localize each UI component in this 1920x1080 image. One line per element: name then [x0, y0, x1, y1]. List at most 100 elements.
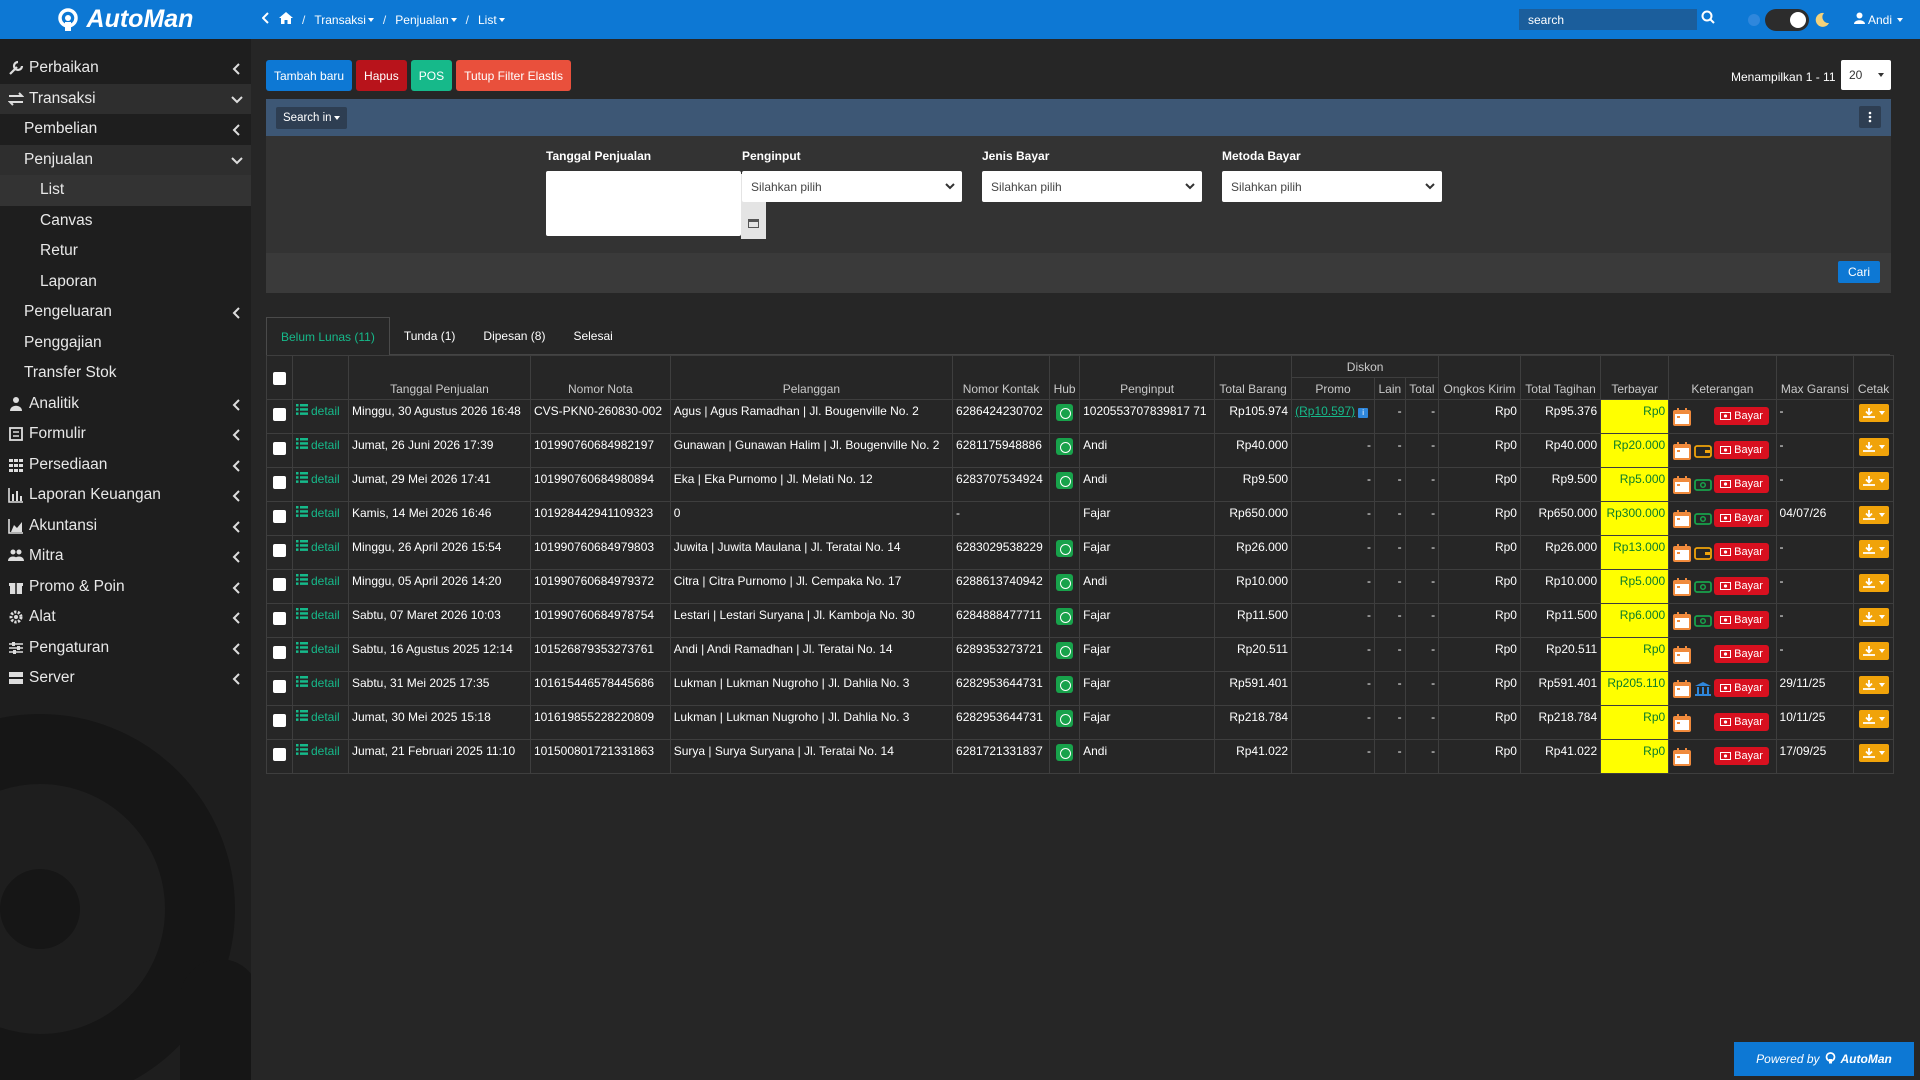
col-pelanggan[interactable]: Pelanggan — [669, 355, 954, 400]
table-row[interactable]: detail Sabtu, 31 Mei 2025 17:35 1016154465… — [266, 671, 1894, 706]
print-button[interactable] — [1858, 710, 1889, 728]
breadcrumb-item-transaksi[interactable]: Transaksi — [314, 13, 374, 27]
tab-tunda[interactable]: Tunda (1) — [390, 317, 470, 354]
sidebar-item-canvas[interactable]: Canvas — [0, 206, 251, 237]
sidebar-item-akuntansi[interactable]: Akuntansi — [0, 511, 251, 542]
row-checkbox[interactable] — [273, 476, 286, 489]
tab-belum-lunas[interactable]: Belum Lunas (11) — [266, 317, 390, 355]
bayar-button[interactable]: Bayar — [1714, 509, 1769, 527]
print-button[interactable] — [1858, 642, 1889, 660]
delete-button[interactable]: Hapus — [356, 60, 407, 91]
sidebar-item-perbaikan[interactable]: Perbaikan — [0, 53, 251, 84]
breadcrumb-item-penjualan[interactable]: Penjualan — [395, 13, 457, 27]
sidebar-item-pembelian[interactable]: Pembelian — [0, 114, 251, 145]
theme-toggle[interactable] — [1748, 9, 1830, 31]
bayar-button[interactable]: Bayar — [1714, 747, 1769, 765]
sidebar-item-formulir[interactable]: Formulir — [0, 419, 251, 450]
sidebar-item-pengaturan[interactable]: Pengaturan — [0, 633, 251, 664]
table-row[interactable]: detail Minggu, 30 Agustus 2026 16:48 CVS-P… — [266, 399, 1894, 434]
search-submit-button[interactable]: Cari — [1837, 261, 1880, 283]
whatsapp-icon[interactable] — [1056, 574, 1074, 591]
print-button[interactable] — [1858, 574, 1889, 592]
col-promo[interactable]: Promo — [1291, 377, 1375, 400]
row-checkbox[interactable] — [273, 544, 286, 557]
bayar-button[interactable]: Bayar — [1714, 577, 1769, 595]
whatsapp-icon[interactable] — [1056, 744, 1074, 761]
detail-link[interactable]: detail — [296, 472, 345, 486]
table-row[interactable]: detail Jumat, 21 Februari 2025 11:10 10150… — [266, 739, 1894, 774]
sidebar-item-transfer-stok[interactable]: Transfer Stok — [0, 358, 251, 389]
powered-by-badge[interactable]: Powered by AutoMan — [1734, 1042, 1914, 1076]
whatsapp-icon[interactable] — [1056, 540, 1074, 557]
sidebar-item-transaksi[interactable]: Transaksi — [0, 83, 251, 114]
bayar-button[interactable]: Bayar — [1714, 441, 1769, 459]
table-row[interactable]: detail Minggu, 26 April 2026 15:54 1019907… — [266, 535, 1894, 570]
sidebar-item-promo-poin[interactable]: Promo & Poin — [0, 572, 251, 603]
row-checkbox[interactable] — [273, 408, 286, 421]
calendar-icon[interactable] — [1672, 747, 1692, 767]
user-menu[interactable]: Andi — [1854, 12, 1904, 27]
select-all-checkbox[interactable] — [273, 371, 286, 385]
detail-link[interactable]: detail — [296, 506, 345, 520]
col-lain[interactable]: Lain — [1373, 377, 1406, 400]
calendar-icon[interactable] — [1672, 509, 1692, 529]
table-row[interactable]: detail Sabtu, 07 Maret 2026 10:03 10199076… — [266, 603, 1894, 638]
whatsapp-icon[interactable] — [1056, 438, 1074, 455]
sidebar-item-persediaan[interactable]: Persediaan — [0, 450, 251, 481]
calendar-icon[interactable] — [1672, 611, 1692, 631]
close-elastic-filter-button[interactable]: Tutup Filter Elastis — [456, 60, 571, 91]
row-checkbox[interactable] — [273, 510, 286, 523]
bayar-button[interactable]: Bayar — [1714, 407, 1769, 425]
home-icon[interactable] — [279, 12, 293, 27]
print-button[interactable] — [1858, 506, 1889, 524]
brand-logo[interactable]: AutoMan — [0, 0, 250, 39]
sidebar-item-analitik[interactable]: Analitik — [0, 389, 251, 420]
calendar-icon[interactable] — [1672, 577, 1692, 597]
metoda-bayar-select[interactable]: Silahkan pilih — [1222, 171, 1442, 202]
tab-selesai[interactable]: Selesai — [559, 317, 626, 354]
detail-link[interactable]: detail — [296, 608, 345, 622]
calendar-icon[interactable] — [1672, 679, 1692, 699]
info-icon[interactable]: i — [1358, 408, 1369, 418]
col-tanggal[interactable]: Tanggal Penjualan — [348, 355, 531, 400]
col-ongkos[interactable]: Ongkos Kirim — [1438, 355, 1521, 400]
calendar-icon[interactable] — [748, 217, 759, 231]
sidebar-item-alat[interactable]: Alat — [0, 602, 251, 633]
date-range-input[interactable] — [546, 171, 741, 236]
sidebar-item-penggajian[interactable]: Penggajian — [0, 328, 251, 359]
bayar-button[interactable]: Bayar — [1714, 713, 1769, 731]
calendar-icon[interactable] — [1672, 407, 1692, 427]
penginput-select[interactable]: Silahkan pilih — [742, 171, 962, 202]
sidebar-item-pengeluaran[interactable]: Pengeluaran — [0, 297, 251, 328]
sidebar-item-laporan[interactable]: Laporan — [0, 267, 251, 298]
print-button[interactable] — [1858, 540, 1889, 558]
search-in-dropdown[interactable]: Search in — [276, 106, 347, 129]
col-garansi[interactable]: Max Garansi — [1775, 355, 1855, 400]
promo-link[interactable]: (Rp10.597) — [1295, 404, 1355, 418]
back-arrow-icon[interactable] — [261, 12, 270, 27]
col-total[interactable]: Total — [1404, 377, 1440, 400]
bayar-button[interactable]: Bayar — [1714, 645, 1769, 663]
col-terbayar[interactable]: Terbayar — [1600, 355, 1670, 400]
search-input[interactable] — [1519, 9, 1697, 30]
table-row[interactable]: detail Jumat, 26 Juni 2026 17:39 101990760… — [266, 433, 1894, 468]
sidebar-item-mitra[interactable]: Mitra — [0, 541, 251, 572]
row-checkbox[interactable] — [273, 612, 286, 625]
row-checkbox[interactable] — [273, 578, 286, 591]
col-kontak[interactable]: Nomor Kontak — [952, 355, 1051, 400]
calendar-icon[interactable] — [1672, 543, 1692, 563]
col-penginput[interactable]: Penginput — [1079, 355, 1216, 400]
whatsapp-icon[interactable] — [1056, 710, 1074, 727]
whatsapp-icon[interactable] — [1056, 404, 1074, 421]
print-button[interactable] — [1858, 676, 1889, 694]
detail-link[interactable]: detail — [296, 744, 345, 758]
whatsapp-icon[interactable] — [1056, 472, 1074, 489]
search-icon[interactable] — [1701, 10, 1721, 30]
more-options-icon[interactable] — [1859, 106, 1881, 128]
print-button[interactable] — [1858, 608, 1889, 626]
print-button[interactable] — [1858, 404, 1889, 422]
detail-link[interactable]: detail — [296, 438, 345, 452]
calendar-icon[interactable] — [1672, 645, 1692, 665]
detail-link[interactable]: detail — [296, 404, 345, 418]
calendar-icon[interactable] — [1672, 475, 1692, 495]
